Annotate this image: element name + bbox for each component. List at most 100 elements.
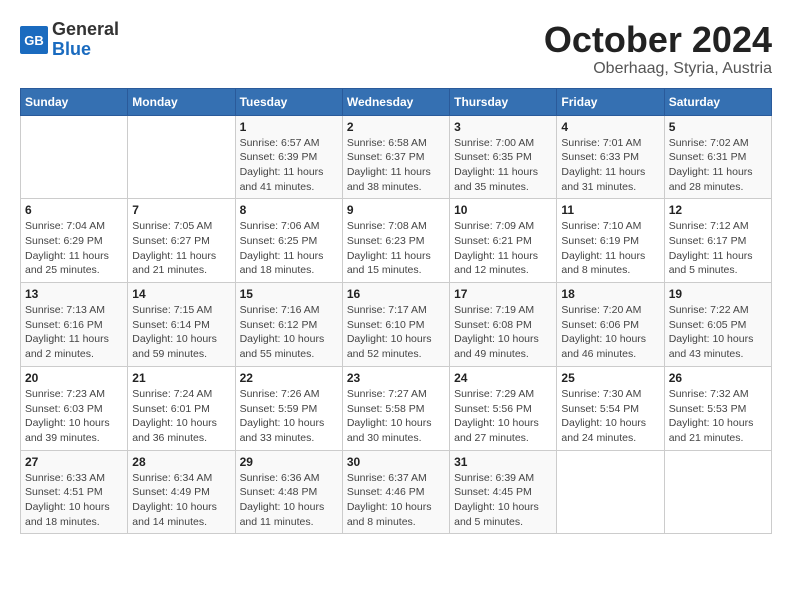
week-row-4: 20 Sunrise: 7:23 AM Sunset: 6:03 PM Dayli… — [21, 366, 772, 450]
weekday-header-friday: Friday — [557, 88, 664, 115]
day-number: 18 — [561, 287, 659, 301]
day-number: 8 — [240, 203, 338, 217]
logo-icon: GB — [20, 26, 48, 54]
calendar-cell: 7 Sunrise: 7:05 AM Sunset: 6:27 PM Daylig… — [128, 199, 235, 283]
week-row-3: 13Sunrise: 7:13 AM Sunset: 6:16 PM Dayli… — [21, 283, 772, 367]
day-info: Sunrise: 7:01 AM Sunset: 6:33 PM Dayligh… — [561, 136, 659, 195]
calendar-cell: 5Sunrise: 7:02 AM Sunset: 6:31 PM Daylig… — [664, 115, 771, 199]
month-title: October 2024 — [544, 20, 772, 60]
calendar-cell — [664, 450, 771, 534]
calendar-cell — [21, 115, 128, 199]
day-info: Sunrise: 7:15 AM Sunset: 6:14 PM Dayligh… — [132, 303, 230, 362]
day-number: 26 — [669, 371, 767, 385]
day-info: Sunrise: 7:04 AM Sunset: 6:29 PM Dayligh… — [25, 219, 123, 278]
calendar-cell: 18 Sunrise: 7:20 AM Sunset: 6:06 PM Dayli… — [557, 283, 664, 367]
calendar-cell: 29 Sunrise: 6:36 AM Sunset: 4:48 PM Dayli… — [235, 450, 342, 534]
day-number: 2 — [347, 120, 445, 134]
day-number: 30 — [347, 455, 445, 469]
day-number: 4 — [561, 120, 659, 134]
calendar-cell: 25 Sunrise: 7:30 AM Sunset: 5:54 PM Dayli… — [557, 366, 664, 450]
logo-text: General Blue — [52, 20, 119, 60]
day-info: Sunrise: 7:06 AM Sunset: 6:25 PM Dayligh… — [240, 219, 338, 278]
week-row-1: 1Sunrise: 6:57 AM Sunset: 6:39 PM Daylig… — [21, 115, 772, 199]
day-info: Sunrise: 6:57 AM Sunset: 6:39 PM Dayligh… — [240, 136, 338, 195]
calendar-cell: 4 Sunrise: 7:01 AM Sunset: 6:33 PM Daylig… — [557, 115, 664, 199]
weekday-header-saturday: Saturday — [664, 88, 771, 115]
day-info: Sunrise: 7:22 AM Sunset: 6:05 PM Dayligh… — [669, 303, 767, 362]
day-number: 29 — [240, 455, 338, 469]
calendar-cell: 17Sunrise: 7:19 AM Sunset: 6:08 PM Dayli… — [450, 283, 557, 367]
day-number: 24 — [454, 371, 552, 385]
calendar-cell: 2 Sunrise: 6:58 AM Sunset: 6:37 PM Daylig… — [342, 115, 449, 199]
day-info: Sunrise: 7:24 AM Sunset: 6:01 PM Dayligh… — [132, 387, 230, 446]
day-number: 3 — [454, 120, 552, 134]
calendar-cell: 31 Sunrise: 6:39 AM Sunset: 4:45 PM Dayli… — [450, 450, 557, 534]
calendar-cell: 12Sunrise: 7:12 AM Sunset: 6:17 PM Dayli… — [664, 199, 771, 283]
calendar-cell: 11Sunrise: 7:10 AM Sunset: 6:19 PM Dayli… — [557, 199, 664, 283]
day-info: Sunrise: 6:58 AM Sunset: 6:37 PM Dayligh… — [347, 136, 445, 195]
calendar-cell: 9Sunrise: 7:08 AM Sunset: 6:23 PM Daylig… — [342, 199, 449, 283]
day-info: Sunrise: 6:39 AM Sunset: 4:45 PM Dayligh… — [454, 471, 552, 530]
header: GB General Blue October 2024 Oberhaag, S… — [20, 20, 772, 78]
day-number: 15 — [240, 287, 338, 301]
calendar-cell: 26 Sunrise: 7:32 AM Sunset: 5:53 PM Dayli… — [664, 366, 771, 450]
day-info: Sunrise: 7:29 AM Sunset: 5:56 PM Dayligh… — [454, 387, 552, 446]
day-number: 21 — [132, 371, 230, 385]
day-number: 6 — [25, 203, 123, 217]
day-info: Sunrise: 7:12 AM Sunset: 6:17 PM Dayligh… — [669, 219, 767, 278]
day-info: Sunrise: 7:00 AM Sunset: 6:35 PM Dayligh… — [454, 136, 552, 195]
day-number: 22 — [240, 371, 338, 385]
calendar-cell: 30 Sunrise: 6:37 AM Sunset: 4:46 PM Dayli… — [342, 450, 449, 534]
day-number: 20 — [25, 371, 123, 385]
calendar-cell: 24 Sunrise: 7:29 AM Sunset: 5:56 PM Dayli… — [450, 366, 557, 450]
day-number: 19 — [669, 287, 767, 301]
title-block: October 2024 Oberhaag, Styria, Austria — [544, 20, 772, 78]
calendar-cell: 6 Sunrise: 7:04 AM Sunset: 6:29 PM Daylig… — [21, 199, 128, 283]
logo-general-text: General — [52, 20, 119, 40]
week-row-2: 6 Sunrise: 7:04 AM Sunset: 6:29 PM Daylig… — [21, 199, 772, 283]
calendar-cell: 23Sunrise: 7:27 AM Sunset: 5:58 PM Dayli… — [342, 366, 449, 450]
day-number: 7 — [132, 203, 230, 217]
logo: GB General Blue — [20, 20, 119, 60]
day-info: Sunrise: 7:23 AM Sunset: 6:03 PM Dayligh… — [25, 387, 123, 446]
day-info: Sunrise: 7:30 AM Sunset: 5:54 PM Dayligh… — [561, 387, 659, 446]
day-info: Sunrise: 7:02 AM Sunset: 6:31 PM Dayligh… — [669, 136, 767, 195]
calendar-cell: 13Sunrise: 7:13 AM Sunset: 6:16 PM Dayli… — [21, 283, 128, 367]
svg-text:GB: GB — [24, 33, 44, 48]
weekday-header-wednesday: Wednesday — [342, 88, 449, 115]
day-info: Sunrise: 6:37 AM Sunset: 4:46 PM Dayligh… — [347, 471, 445, 530]
weekday-header-row: SundayMondayTuesdayWednesdayThursdayFrid… — [21, 88, 772, 115]
day-info: Sunrise: 7:05 AM Sunset: 6:27 PM Dayligh… — [132, 219, 230, 278]
calendar-cell: 16Sunrise: 7:17 AM Sunset: 6:10 PM Dayli… — [342, 283, 449, 367]
calendar-cell — [128, 115, 235, 199]
weekday-header-tuesday: Tuesday — [235, 88, 342, 115]
day-number: 14 — [132, 287, 230, 301]
weekday-header-sunday: Sunday — [21, 88, 128, 115]
calendar-cell: 21 Sunrise: 7:24 AM Sunset: 6:01 PM Dayli… — [128, 366, 235, 450]
calendar-cell: 28Sunrise: 6:34 AM Sunset: 4:49 PM Dayli… — [128, 450, 235, 534]
day-info: Sunrise: 6:36 AM Sunset: 4:48 PM Dayligh… — [240, 471, 338, 530]
day-info: Sunrise: 7:27 AM Sunset: 5:58 PM Dayligh… — [347, 387, 445, 446]
calendar-cell: 20 Sunrise: 7:23 AM Sunset: 6:03 PM Dayli… — [21, 366, 128, 450]
day-info: Sunrise: 6:33 AM Sunset: 4:51 PM Dayligh… — [25, 471, 123, 530]
calendar-cell: 8 Sunrise: 7:06 AM Sunset: 6:25 PM Daylig… — [235, 199, 342, 283]
day-info: Sunrise: 7:32 AM Sunset: 5:53 PM Dayligh… — [669, 387, 767, 446]
calendar-table: SundayMondayTuesdayWednesdayThursdayFrid… — [20, 88, 772, 535]
day-number: 25 — [561, 371, 659, 385]
day-number: 27 — [25, 455, 123, 469]
calendar-cell: 15Sunrise: 7:16 AM Sunset: 6:12 PM Dayli… — [235, 283, 342, 367]
day-number: 13 — [25, 287, 123, 301]
day-info: Sunrise: 7:17 AM Sunset: 6:10 PM Dayligh… — [347, 303, 445, 362]
calendar-cell: 3 Sunrise: 7:00 AM Sunset: 6:35 PM Daylig… — [450, 115, 557, 199]
day-number: 28 — [132, 455, 230, 469]
day-number: 31 — [454, 455, 552, 469]
weekday-header-thursday: Thursday — [450, 88, 557, 115]
day-info: Sunrise: 7:09 AM Sunset: 6:21 PM Dayligh… — [454, 219, 552, 278]
calendar-cell: 1Sunrise: 6:57 AM Sunset: 6:39 PM Daylig… — [235, 115, 342, 199]
calendar-cell: 14 Sunrise: 7:15 AM Sunset: 6:14 PM Dayli… — [128, 283, 235, 367]
day-number: 11 — [561, 203, 659, 217]
day-number: 9 — [347, 203, 445, 217]
week-row-5: 27 Sunrise: 6:33 AM Sunset: 4:51 PM Dayli… — [21, 450, 772, 534]
day-info: Sunrise: 7:20 AM Sunset: 6:06 PM Dayligh… — [561, 303, 659, 362]
weekday-header-monday: Monday — [128, 88, 235, 115]
